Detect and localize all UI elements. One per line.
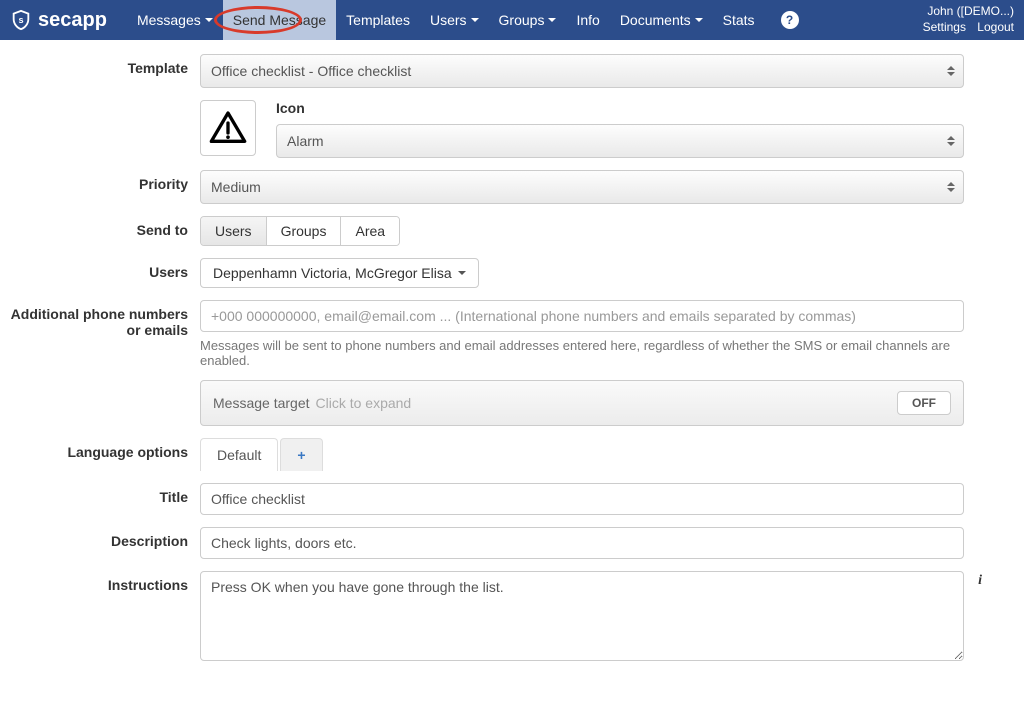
message-target-hint: Click to expand	[316, 395, 412, 411]
instructions-textarea[interactable]	[200, 571, 964, 661]
title-input[interactable]	[200, 483, 964, 515]
nav-templates-label: Templates	[346, 12, 410, 28]
priority-select[interactable]: Medium	[200, 170, 964, 204]
user-name: John ([DEMO...)	[915, 4, 1014, 20]
label-users: Users	[0, 258, 200, 280]
nav-messages[interactable]: Messages	[127, 0, 223, 40]
label-send-to: Send to	[0, 216, 200, 238]
nav-info-label: Info	[576, 12, 599, 28]
label-template: Template	[0, 54, 200, 76]
nav-groups-label: Groups	[499, 12, 545, 28]
select-caret-icon	[947, 182, 955, 192]
brand-logo[interactable]: s secapp	[10, 9, 107, 32]
chevron-down-icon	[205, 18, 213, 22]
message-target-toggle[interactable]: OFF	[897, 391, 951, 415]
nav-groups[interactable]: Groups	[489, 0, 567, 40]
chevron-down-icon	[458, 271, 466, 275]
icon-preview[interactable]	[200, 100, 256, 156]
nav-templates[interactable]: Templates	[336, 0, 420, 40]
nav-send-message-label: Send Message	[233, 12, 326, 28]
send-to-group: Users Groups Area	[200, 216, 400, 246]
label-icon: Icon	[276, 100, 964, 116]
nav-stats[interactable]: Stats	[713, 0, 765, 40]
message-target-bar[interactable]: Message target Click to expand OFF	[200, 380, 964, 426]
chevron-down-icon	[695, 18, 703, 22]
chevron-down-icon	[548, 18, 556, 22]
label-title: Title	[0, 483, 200, 505]
settings-link[interactable]: Settings	[923, 20, 966, 34]
priority-select-value: Medium	[211, 179, 261, 195]
nav-users[interactable]: Users	[420, 0, 489, 40]
nav-help[interactable]: ?	[765, 0, 809, 40]
nav-send-message[interactable]: Send Message	[223, 0, 336, 40]
label-language-options: Language options	[0, 438, 200, 460]
info-icon[interactable]: i	[978, 573, 982, 589]
nav-documents[interactable]: Documents	[610, 0, 713, 40]
icon-select[interactable]: Alarm	[276, 124, 964, 158]
nav-user-area: John ([DEMO...) Settings Logout	[915, 4, 1014, 35]
nav-messages-label: Messages	[137, 12, 201, 28]
nav-info[interactable]: Info	[566, 0, 609, 40]
help-icon: ?	[781, 11, 799, 29]
svg-text:s: s	[18, 15, 23, 25]
send-to-area[interactable]: Area	[341, 217, 399, 245]
brand-text: secapp	[38, 9, 107, 32]
template-select[interactable]: Office checklist - Office checklist	[200, 54, 964, 88]
shield-icon: s	[10, 9, 32, 31]
send-to-groups[interactable]: Groups	[267, 217, 342, 245]
users-dropdown-value: Deppenhamn Victoria, McGregor Elisa	[213, 265, 452, 281]
send-message-form: Template Office checklist - Office check…	[0, 40, 1024, 706]
nav-items: Messages Send Message Templates Users Gr…	[127, 0, 809, 40]
logout-link[interactable]: Logout	[977, 20, 1014, 34]
nav-documents-label: Documents	[620, 12, 691, 28]
template-select-value: Office checklist - Office checklist	[211, 63, 411, 79]
message-target-label: Message target	[213, 395, 310, 411]
lang-tab-default[interactable]: Default	[200, 438, 278, 471]
label-description: Description	[0, 527, 200, 549]
lang-tab-add[interactable]: +	[280, 438, 322, 471]
label-priority: Priority	[0, 170, 200, 192]
select-caret-icon	[947, 66, 955, 76]
users-dropdown[interactable]: Deppenhamn Victoria, McGregor Elisa	[200, 258, 479, 288]
additional-help-text: Messages will be sent to phone numbers a…	[200, 338, 964, 368]
additional-input[interactable]	[200, 300, 964, 332]
send-to-users[interactable]: Users	[201, 217, 267, 245]
warning-triangle-icon	[208, 108, 248, 148]
nav-stats-label: Stats	[723, 12, 755, 28]
label-additional: Additional phone numbers or emails	[0, 300, 200, 338]
chevron-down-icon	[471, 18, 479, 22]
label-instructions: Instructions	[0, 571, 200, 593]
description-input[interactable]	[200, 527, 964, 559]
select-caret-icon	[947, 136, 955, 146]
top-navbar: s secapp Messages Send Message Templates…	[0, 0, 1024, 40]
language-tabs: Default +	[200, 438, 964, 471]
icon-select-value: Alarm	[287, 133, 324, 149]
plus-icon: +	[297, 447, 305, 463]
nav-users-label: Users	[430, 12, 467, 28]
